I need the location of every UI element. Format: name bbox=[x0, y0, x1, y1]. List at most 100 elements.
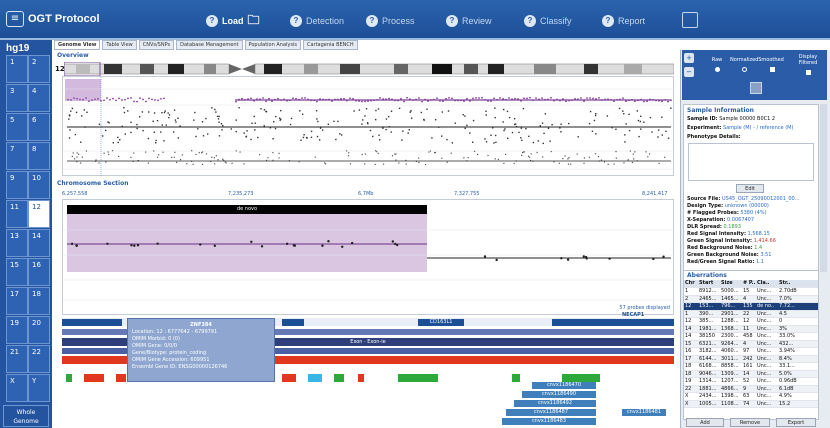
chromosome-button-Y[interactable]: Y bbox=[28, 374, 50, 402]
chromosome-button-13[interactable]: 13 bbox=[6, 229, 28, 257]
aberration-cell: 3.94% bbox=[779, 348, 795, 354]
chromosome-button-22[interactable]: 22 bbox=[28, 345, 50, 373]
cnv-box[interactable]: cnvx1186492 bbox=[514, 400, 596, 407]
step-classify[interactable]: ? Classify bbox=[524, 12, 572, 30]
chromosome-button-6[interactable]: 6 bbox=[28, 113, 50, 141]
column-header[interactable]: Cla.. bbox=[756, 280, 778, 287]
aberration-row[interactable]: 14 1981... 1368... 11 Unc... 3% bbox=[684, 325, 818, 333]
aberration-row[interactable]: 18 6168... 8858... 161 Unc... 33.1... bbox=[684, 363, 818, 371]
overview-plot[interactable] bbox=[62, 76, 675, 177]
step-review[interactable]: ? Review bbox=[446, 12, 492, 30]
phenotype-details-input[interactable] bbox=[688, 143, 814, 181]
color-swatch[interactable] bbox=[750, 82, 762, 94]
probe-point bbox=[352, 98, 354, 100]
chromosome-button-17[interactable]: 17 bbox=[6, 287, 28, 315]
gene-bar[interactable] bbox=[282, 319, 304, 326]
chromosome-button-X[interactable]: X bbox=[6, 374, 28, 402]
probe-point bbox=[646, 100, 648, 102]
aberration-row[interactable]: 16 3182... 4060... 97 Unc... 3.94% bbox=[684, 348, 818, 356]
chromosome-button-3[interactable]: 3 bbox=[6, 84, 28, 112]
normalized-radio[interactable] bbox=[742, 67, 747, 72]
aberration-row[interactable]: 17 6144... 3011... 242 Unc... 8.4% bbox=[684, 355, 818, 363]
aberration-row[interactable]: X 1005... 1108... 74 Unc... 15.2 bbox=[684, 400, 818, 408]
chromosome-button-15[interactable]: 15 bbox=[6, 258, 28, 286]
gene-label[interactable]: CD163L1 bbox=[418, 319, 464, 326]
tooltip-line: Ensembl Gene ID: ENSG00000126746 bbox=[132, 364, 228, 370]
chromosome-button-21[interactable]: 21 bbox=[6, 345, 28, 373]
chromosome-button-12[interactable]: 12 bbox=[28, 200, 50, 228]
chromosome-button-1[interactable]: 1 bbox=[6, 55, 28, 83]
aberration-row[interactable]: 22 1881... 4866... 9 Unc... 6.1dB bbox=[684, 385, 818, 393]
remove-button[interactable]: Remove bbox=[730, 418, 770, 427]
sample-info-scrollbar[interactable] bbox=[820, 104, 827, 272]
aberration-cell: 1 bbox=[685, 288, 689, 294]
chromosome-button-9[interactable]: 9 bbox=[6, 171, 28, 199]
chromosome-section-plot[interactable]: de novo 57 probes displayed bbox=[62, 199, 675, 315]
aberration-row[interactable]: 15 6321... 9264... 4 Unc... 432... bbox=[684, 340, 818, 348]
tab-genome-view[interactable]: Genome View bbox=[54, 40, 101, 50]
chromosome-button-11[interactable]: 11 bbox=[6, 200, 28, 228]
probe-point bbox=[147, 137, 150, 140]
add-button[interactable]: Add bbox=[686, 418, 724, 427]
raw-radio[interactable] bbox=[715, 67, 720, 72]
zoom-out-icon[interactable]: − bbox=[684, 67, 694, 77]
aberration-row[interactable]: 19 1314... 1207... 52 Unc... 0.96dB bbox=[684, 378, 818, 386]
settings-icon[interactable] bbox=[682, 12, 698, 28]
chromosome-button-7[interactable]: 7 bbox=[6, 142, 28, 170]
column-header[interactable]: Chr bbox=[684, 280, 698, 287]
export-button[interactable]: Export bbox=[776, 418, 816, 427]
aberration-row[interactable]: 12 153... 796... 135 de no.. 7.72... bbox=[684, 303, 818, 311]
step-report[interactable]: ? Report bbox=[602, 12, 645, 30]
step-load[interactable]: ? Load 🗀 bbox=[206, 12, 260, 30]
aberration-row[interactable]: 12 385... 1288... 12 Unc... 0 bbox=[684, 318, 818, 326]
cnv-box[interactable]: cnvx1186470 bbox=[532, 382, 596, 389]
zoom-in-icon[interactable]: + bbox=[684, 53, 694, 63]
aberration-row[interactable]: 18 9046... 1309... 14 Unc... 5.0% bbox=[684, 370, 818, 378]
column-header[interactable]: Str.. bbox=[778, 280, 800, 287]
cnv-box[interactable]: cnvx1186487 bbox=[506, 409, 596, 416]
tab-cartagenia-bench[interactable]: Cartagenia BENCH bbox=[302, 40, 358, 50]
tab-cnvs-snps[interactable]: CNVs/SNPs bbox=[138, 40, 175, 50]
whole-genome-button[interactable]: Whole Genome bbox=[3, 405, 49, 427]
chromosome-button-4[interactable]: 4 bbox=[28, 84, 50, 112]
chromosome-button-8[interactable]: 8 bbox=[28, 142, 50, 170]
chromosome-button-16[interactable]: 16 bbox=[28, 258, 50, 286]
chromosome-ideogram[interactable] bbox=[64, 62, 674, 76]
chromosome-button-10[interactable]: 10 bbox=[28, 171, 50, 199]
smoothed-checkbox[interactable] bbox=[770, 67, 775, 72]
probe-point bbox=[73, 158, 76, 160]
chromosome-section-label: Chromosome Section bbox=[57, 180, 129, 187]
gene-bar[interactable] bbox=[552, 319, 674, 326]
tab-population-analysis[interactable]: Population Analysis bbox=[244, 40, 301, 50]
aberration-row[interactable]: 1 390... 2901... 22 Unc... 4.5 bbox=[684, 310, 818, 318]
display-filtered-checkbox[interactable] bbox=[806, 70, 811, 75]
column-header[interactable]: Size bbox=[720, 280, 742, 287]
chromosome-button-14[interactable]: 14 bbox=[28, 229, 50, 257]
chromosome-button-5[interactable]: 5 bbox=[6, 113, 28, 141]
tab-table-view[interactable]: Table View bbox=[102, 40, 137, 50]
probe-point bbox=[472, 141, 474, 143]
aberration-row[interactable]: X 2434... 1398... 63 Unc... 4.9% bbox=[684, 393, 818, 401]
cnv-box[interactable]: cnvx1186481 bbox=[622, 409, 666, 416]
edit-button[interactable]: Edit bbox=[736, 184, 764, 193]
tab-database-management[interactable]: Database Management bbox=[176, 40, 243, 50]
ruler-tick-label: 8,241,417 bbox=[642, 191, 668, 197]
column-header[interactable]: # P.. bbox=[742, 280, 756, 287]
gene-bar[interactable] bbox=[62, 319, 122, 326]
step-detection[interactable]: ? Detection bbox=[290, 12, 344, 30]
column-header[interactable]: Start bbox=[698, 280, 720, 287]
aberration-row[interactable]: 1 8912... 5000... 15 Unc... 2.70dB bbox=[684, 288, 818, 296]
step-process[interactable]: ? Process bbox=[366, 12, 415, 30]
chromosome-button-2[interactable]: 2 bbox=[28, 55, 50, 83]
cnv-box[interactable]: cnvx1186483 bbox=[502, 418, 596, 425]
qc-field-row: Green Signal Intensity: 1,414.66 bbox=[687, 238, 776, 244]
aberration-row[interactable]: 14 38150 2300... 458 Unc... 33.0% bbox=[684, 333, 818, 341]
probe-point bbox=[485, 110, 487, 112]
chromosome-button-19[interactable]: 19 bbox=[6, 316, 28, 344]
chromosome-button-18[interactable]: 18 bbox=[28, 287, 50, 315]
chromosome-button-20[interactable]: 20 bbox=[28, 316, 50, 344]
aberration-row[interactable]: 2 2465... 1465... 4 Unc... 7.0% bbox=[684, 295, 818, 303]
aberration-cell: Unc... bbox=[757, 355, 772, 362]
cnv-box[interactable]: cnvx1186490 bbox=[522, 391, 596, 398]
probe-point bbox=[549, 140, 551, 142]
